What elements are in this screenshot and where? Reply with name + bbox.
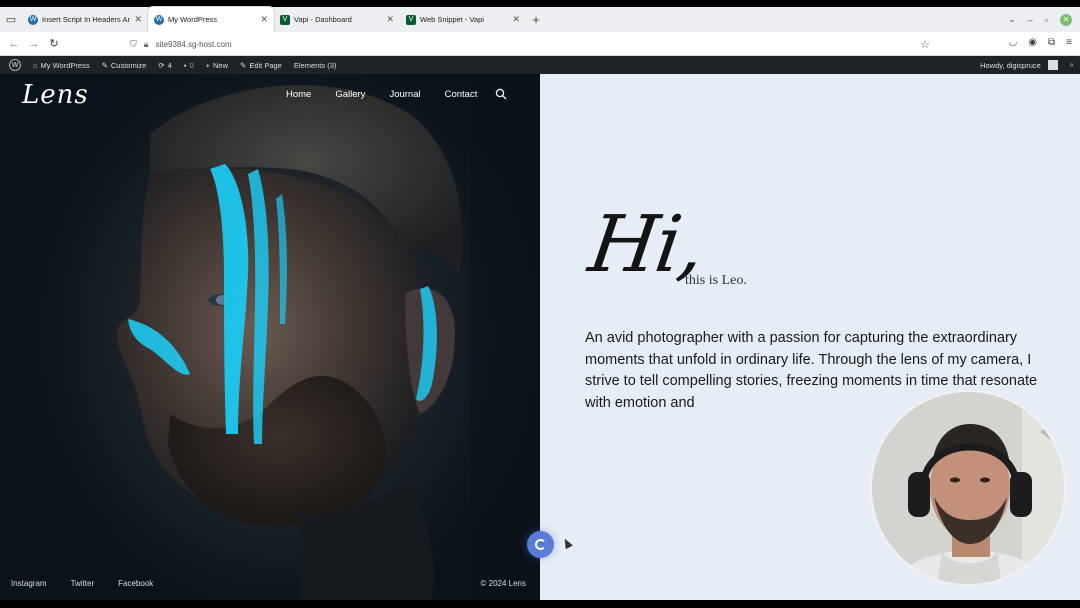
- tab-title: My WordPress: [168, 15, 218, 24]
- vapi-icon: V: [280, 14, 290, 25]
- back-icon[interactable]: ←: [4, 38, 24, 50]
- tab-list-icon[interactable]: ▭: [0, 7, 22, 32]
- extensions-icon[interactable]: ⧉: [1048, 37, 1055, 48]
- close-tab-icon[interactable]: ✕: [386, 14, 394, 25]
- comments-link[interactable]: ▪ 0: [178, 56, 200, 74]
- browser-tab[interactable]: V Web Snippet - Vapi ✕: [400, 7, 526, 32]
- lock-icon[interactable]: 🔒︎: [144, 39, 149, 50]
- avatar: [1047, 60, 1058, 70]
- reload-icon[interactable]: ↻: [44, 37, 64, 50]
- site-logo[interactable]: Lens: [22, 80, 89, 110]
- url-text: site9384.sg-host.com: [155, 39, 232, 49]
- updates-link[interactable]: ⟳ 4: [152, 56, 177, 74]
- edit-page-link[interactable]: ✎ Edit Page: [234, 56, 288, 74]
- comments-count: 0: [189, 60, 194, 70]
- bookmark-star-icon[interactable]: ☆: [920, 38, 930, 51]
- nav-journal[interactable]: Journal: [389, 89, 420, 100]
- tab-title: Insert Script In Headers And: [42, 15, 131, 24]
- admin-bar-right: Howdy, digispruce ⌕: [974, 56, 1080, 74]
- wordpress-logo-icon: W: [9, 59, 21, 71]
- search-icon[interactable]: [495, 88, 507, 100]
- browser-tab-bar: ▭ W Insert Script In Headers And ✕ W My …: [0, 7, 1080, 32]
- brush-icon: ✎: [101, 60, 108, 70]
- new-content-link[interactable]: + New: [200, 56, 234, 74]
- site-name-label: My WordPress: [40, 60, 90, 70]
- new-label: New: [213, 60, 229, 70]
- social-instagram[interactable]: Instagram: [11, 579, 47, 588]
- browser-tab[interactable]: V Vapi - Dashboard ✕: [274, 7, 400, 32]
- wp-admin-bar: W ⌂ My WordPress ✎ Customize ⟳ 4 ▪ 0 + New ✎ E…: [0, 56, 1080, 74]
- updates-icon: ⟳: [158, 60, 165, 70]
- intro-subheading: this is Leo.: [685, 273, 747, 288]
- updates-count: 4: [167, 60, 172, 70]
- social-links: Instagram Twitter Facebook: [11, 579, 153, 588]
- restore-icon[interactable]: ▫: [1045, 15, 1048, 25]
- browser-tab[interactable]: W Insert Script In Headers And ✕: [22, 7, 148, 32]
- edit-page-label: Edit Page: [249, 60, 282, 70]
- menu-icon[interactable]: ≡: [1066, 37, 1072, 48]
- nav-home[interactable]: Home: [286, 89, 311, 100]
- spinner-ring-icon: [535, 539, 546, 550]
- account-icon[interactable]: ◉: [1028, 37, 1037, 48]
- close-tab-icon[interactable]: ✕: [260, 14, 268, 25]
- wordpress-icon: W: [28, 14, 38, 25]
- tab-dropdown-icon[interactable]: ⌄: [1008, 14, 1016, 25]
- elements-label: Elements (3): [293, 60, 337, 70]
- webcam-overlay: [870, 390, 1066, 586]
- pocket-icon[interactable]: ◡: [1009, 37, 1018, 48]
- loading-spinner: [527, 531, 554, 558]
- elements-link[interactable]: Elements (3): [288, 56, 343, 74]
- social-facebook[interactable]: Facebook: [118, 579, 153, 588]
- tab-title: Web Snippet - Vapi: [420, 15, 484, 24]
- shield-icon[interactable]: ⛉: [130, 39, 137, 50]
- presenter-video: [872, 392, 1064, 584]
- account-menu[interactable]: Howdy, digispruce: [974, 56, 1064, 74]
- tab-title: Vapi - Dashboard: [294, 15, 352, 24]
- pencil-icon: ✎: [240, 60, 247, 70]
- forward-icon[interactable]: →: [24, 38, 44, 50]
- vapi-icon: V: [406, 14, 416, 25]
- browser-toolbar: ← → ↻ ⛉ 🔒︎ site9384.sg-host.com ☆ ◡ ◉ ⧉ …: [0, 32, 1080, 56]
- customize-label: Customize: [110, 60, 147, 70]
- screen: ▭ W Insert Script In Headers And ✕ W My …: [0, 0, 1080, 608]
- nav-contact[interactable]: Contact: [445, 89, 478, 100]
- close-window-icon[interactable]: ✕: [1060, 13, 1072, 26]
- browser-tools: ◡ ◉ ⧉ ≡: [1009, 37, 1072, 48]
- close-tab-icon[interactable]: ✕: [512, 14, 520, 25]
- main-nav: Home Gallery Journal Contact: [286, 89, 501, 100]
- nav-gallery[interactable]: Gallery: [335, 89, 365, 100]
- customize-link[interactable]: ✎ Customize: [96, 56, 153, 74]
- url-bar[interactable]: ⛉ 🔒︎ site9384.sg-host.com ☆: [130, 35, 930, 53]
- admin-search-icon[interactable]: ⌕: [1064, 56, 1080, 74]
- site-name-link[interactable]: ⌂ My WordPress: [27, 56, 96, 74]
- wp-logo-button[interactable]: W: [0, 56, 27, 74]
- hero-image-panel: Lens Home Gallery Journal Contact Instag…: [0, 74, 540, 600]
- copyright: © 2024 Lens: [480, 579, 526, 588]
- home-icon: ⌂: [33, 60, 38, 70]
- window-controls: ⌄ – ▫ ✕: [1008, 13, 1080, 26]
- portrait-image: [116, 74, 540, 600]
- plus-icon: +: [205, 60, 211, 70]
- close-tab-icon[interactable]: ✕: [134, 14, 142, 25]
- howdy-label: Howdy, digispruce: [980, 60, 1041, 70]
- browser-tab-active[interactable]: W My WordPress ✕: [148, 7, 274, 32]
- social-twitter[interactable]: Twitter: [71, 579, 95, 588]
- new-tab-button[interactable]: +: [526, 12, 546, 27]
- comment-icon: ▪: [183, 60, 187, 70]
- wordpress-icon: W: [154, 14, 164, 25]
- minimize-icon[interactable]: –: [1028, 15, 1033, 25]
